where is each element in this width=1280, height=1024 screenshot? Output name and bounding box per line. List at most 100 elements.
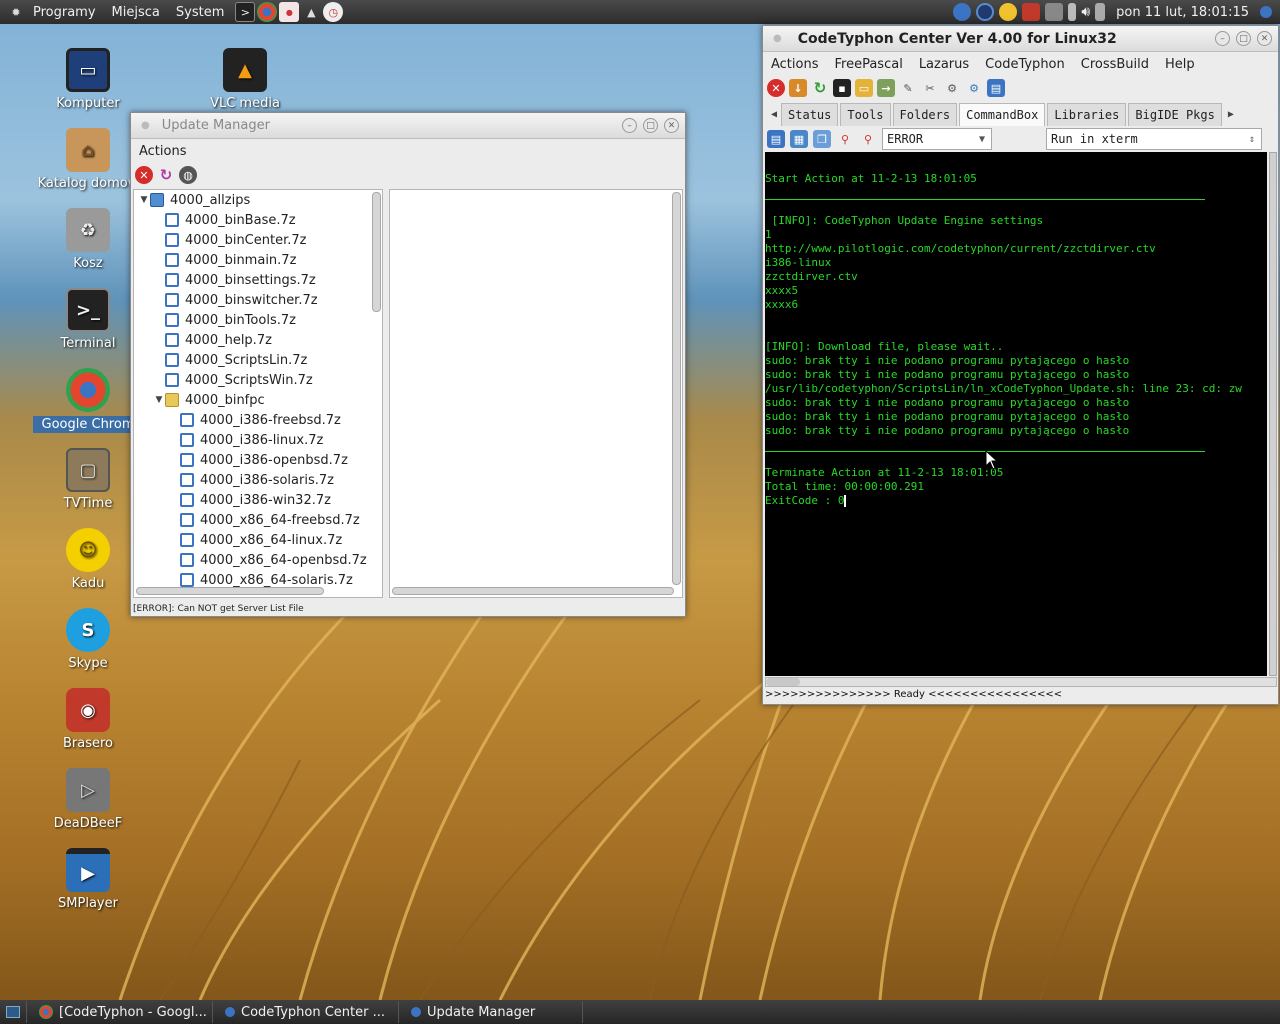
terminal-vertical-scrollbar[interactable] <box>1269 152 1277 676</box>
desktop-icon-komputer[interactable]: ▭ Komputer <box>33 48 143 111</box>
desktop-icon-tvtime[interactable]: ▢ TVTime <box>33 448 143 511</box>
taskbar-item-update-manager[interactable]: Update Manager <box>403 1001 583 1023</box>
tray-pen-icon[interactable] <box>1095 3 1106 21</box>
show-desktop-button[interactable] <box>0 1001 27 1023</box>
desktop-icon-smplayer[interactable]: ▶ SMPlayer <box>33 848 143 911</box>
tabs-right-arrow-icon[interactable]: ▶ <box>1224 109 1238 126</box>
expand-arrow-icon[interactable]: ▼ <box>153 395 165 405</box>
desktop-icon-deadbeef[interactable]: ▷ DeaDBeeF <box>33 768 143 831</box>
tray-weather-icon[interactable] <box>999 3 1018 21</box>
tree-item[interactable]: 4000_binsettings.7z <box>134 270 382 290</box>
export-icon[interactable]: → <box>877 79 895 97</box>
tree-item[interactable]: 4000_x86_64-linux.7z <box>134 530 382 550</box>
tray-tools-icon[interactable] <box>1045 3 1064 21</box>
desktop-icon-terminal[interactable]: >_ Terminal <box>33 288 143 351</box>
copy-icon[interactable]: ❐ <box>813 130 831 148</box>
menu-actions[interactable]: Actions <box>131 144 195 159</box>
window-menu-icon[interactable]: ● <box>141 120 150 131</box>
menu-freepascal[interactable]: FreePascal <box>827 57 911 72</box>
window-menu-icon[interactable]: ● <box>773 33 782 44</box>
globe-icon[interactable]: ◍ <box>179 166 197 184</box>
tree-item[interactable]: 4000_i386-freebsd.7z <box>134 410 382 430</box>
menu-codetyphon[interactable]: CodeTyphon <box>977 57 1073 72</box>
tree-item[interactable]: 4000_binswitcher.7z <box>134 290 382 310</box>
refresh-icon[interactable]: ↻ <box>157 166 175 184</box>
clock[interactable]: pon 11 lut, 18:01:15 <box>1116 5 1249 20</box>
taskbar-item-chrome[interactable]: [CodeTyphon - Googl... <box>31 1001 213 1023</box>
tray-mic-icon[interactable] <box>1068 3 1077 21</box>
menu-miejsca[interactable]: Miejsca <box>106 5 170 20</box>
tray-user-icon[interactable] <box>1260 6 1272 18</box>
tree-horizontal-scrollbar[interactable] <box>136 587 324 595</box>
tree-item[interactable]: 4000_help.7z <box>134 330 382 350</box>
tools-icon[interactable]: ✂ <box>921 79 939 97</box>
folder-icon[interactable]: ▭ <box>855 79 873 97</box>
menu-crossbuild[interactable]: CrossBuild <box>1073 57 1157 72</box>
tree-item[interactable]: 4000_x86_64-openbsd.7z <box>134 550 382 570</box>
menu-lazarus[interactable]: Lazarus <box>911 57 977 72</box>
tab-bigide-pkgs[interactable]: BigIDE Pkgs <box>1128 103 1222 126</box>
tree-item[interactable]: 4000_ScriptsLin.7z <box>134 350 382 370</box>
chrome-launcher-icon[interactable] <box>257 2 278 22</box>
stop-icon[interactable]: ✕ <box>135 166 153 184</box>
details-vertical-scrollbar[interactable] <box>672 192 681 585</box>
triangle-launcher-icon[interactable]: ▲ <box>301 2 321 22</box>
tab-libraries[interactable]: Libraries <box>1047 103 1127 126</box>
codetyphon-titlebar[interactable]: ● CodeTyphon Center Ver 4.00 for Linux32… <box>763 26 1278 52</box>
tabs-left-arrow-icon[interactable]: ◀ <box>767 109 781 126</box>
clear-icon[interactable]: ▤ <box>767 130 785 148</box>
menu-help[interactable]: Help <box>1157 57 1203 72</box>
terminal-icon[interactable]: ▪ <box>833 79 851 97</box>
tree-item[interactable]: 4000_binmain.7z <box>134 250 382 270</box>
tree-item[interactable]: ▼ 4000_allzips <box>134 190 382 210</box>
desktop-icon-google-chrome[interactable]: Google Chrom <box>33 368 143 433</box>
desktop-icon-brasero[interactable]: ◉ Brasero <box>33 688 143 751</box>
system-logo-icon[interactable]: ✹ <box>6 2 26 22</box>
clock-launcher-icon[interactable]: ◷ <box>323 2 344 22</box>
gear-icon[interactable]: ⚙ <box>943 79 961 97</box>
desktop-icon-kosz[interactable]: ♻ Kosz <box>33 208 143 271</box>
close-icon[interactable]: ✕ <box>1257 31 1272 46</box>
tray-dropbox-icon[interactable] <box>1022 3 1041 21</box>
tree-item[interactable]: 4000_i386-linux.7z <box>134 430 382 450</box>
expand-arrow-icon[interactable]: ▼ <box>138 195 150 205</box>
save-icon[interactable]: ▦ <box>790 130 808 148</box>
chart-icon[interactable]: ▤ <box>987 79 1005 97</box>
taskbar-item-codetyphon[interactable]: CodeTyphon Center ... <box>217 1001 399 1023</box>
tree-item[interactable]: 4000_i386-openbsd.7z <box>134 450 382 470</box>
settings-icon[interactable]: ⚙ <box>965 79 983 97</box>
maximize-icon[interactable]: □ <box>1236 31 1251 46</box>
log-level-select[interactable]: ERROR ▼ <box>882 128 992 150</box>
package-tree[interactable]: ▼ 4000_allzips 4000_binBase.7z 4000_binCent… <box>133 189 383 598</box>
tab-tools[interactable]: Tools <box>840 103 891 126</box>
tree-item[interactable]: ▼ 4000_binfpc <box>134 390 382 410</box>
tree-item[interactable]: 4000_binCenter.7z <box>134 230 382 250</box>
tree-item[interactable]: 4000_i386-win32.7z <box>134 490 382 510</box>
app-launcher-icon[interactable]: ● <box>279 2 300 22</box>
update-manager-titlebar[interactable]: ● Update Manager – □ ✕ <box>131 113 685 139</box>
menu-system[interactable]: System <box>170 5 234 20</box>
desktop-icon-skype[interactable]: S Skype <box>33 608 143 671</box>
tray-volume-icon[interactable]: 🔊︎ <box>1081 4 1090 20</box>
minimize-icon[interactable]: – <box>1215 31 1230 46</box>
tab-commandbox[interactable]: CommandBox <box>959 103 1046 126</box>
tray-codetyphon-icon[interactable] <box>953 3 972 21</box>
menu-actions[interactable]: Actions <box>763 57 827 72</box>
desktop-icon-kadu[interactable]: ☺ Kadu <box>33 528 143 591</box>
terminal-horizontal-scrollbar[interactable] <box>765 677 1277 687</box>
stop-icon[interactable]: ✕ <box>767 79 785 97</box>
maximize-icon[interactable]: □ <box>643 118 658 133</box>
brush-icon[interactable]: ✎ <box>899 79 917 97</box>
tab-folders[interactable]: Folders <box>892 103 958 126</box>
tree-item[interactable]: 4000_x86_64-freebsd.7z <box>134 510 382 530</box>
details-horizontal-scrollbar[interactable] <box>392 587 674 595</box>
tree-item[interactable]: 4000_i386-solaris.7z <box>134 470 382 490</box>
minimize-icon[interactable]: – <box>622 118 637 133</box>
desktop-icon-katalog-domowy[interactable]: ⌂ Katalog domow <box>33 128 143 191</box>
command-output-terminal[interactable]: Start Action at 11-2-13 18:01:05 [INFO]:… <box>765 152 1267 676</box>
close-icon[interactable]: ✕ <box>664 118 679 133</box>
tree-vertical-scrollbar[interactable] <box>372 192 381 312</box>
refresh-icon[interactable]: ↻ <box>811 79 829 97</box>
tree-item[interactable]: 4000_binTools.7z <box>134 310 382 330</box>
filter-icon[interactable]: ⚲ <box>836 130 854 148</box>
